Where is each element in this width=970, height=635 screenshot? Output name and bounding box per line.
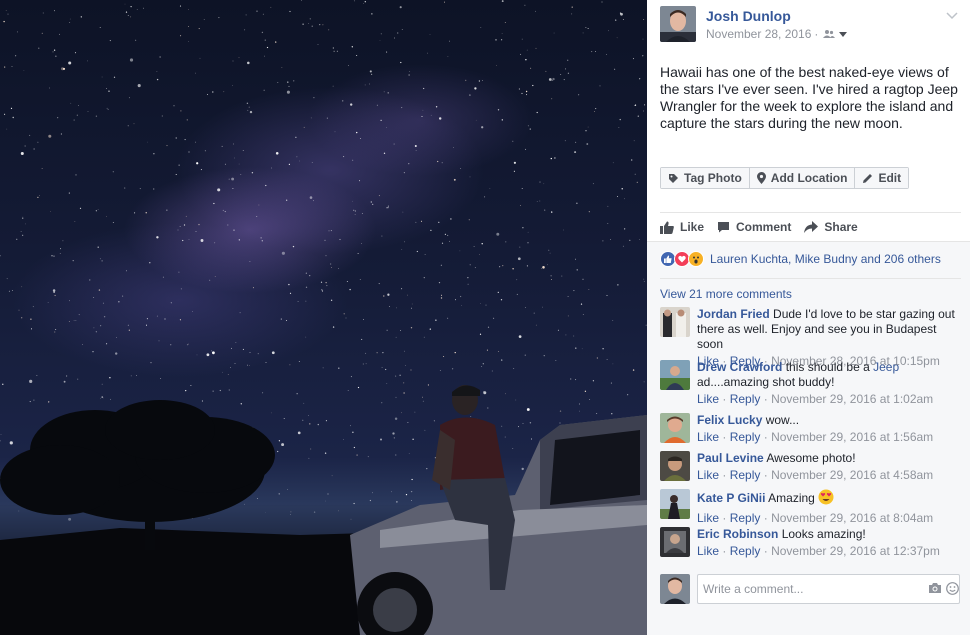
audience-selector[interactable] (823, 29, 848, 39)
meta-separator: · (763, 544, 768, 558)
commenter-name[interactable]: Jordan Fried (697, 307, 770, 321)
commenter-name[interactable]: Kate P GiNii (697, 491, 765, 505)
meta-separator: · (763, 392, 768, 406)
mention-link[interactable]: Jeep (873, 360, 899, 374)
emoji-smile-icon[interactable] (946, 582, 959, 595)
comment-reply-link[interactable]: Reply (730, 468, 761, 482)
like-button[interactable]: Like (660, 218, 704, 236)
photo-foreground (0, 385, 647, 635)
comment-timestamp[interactable]: November 29, 2016 at 12:37pm (771, 544, 940, 558)
comment-text: Awesome photo! (766, 451, 856, 465)
comment-text-continued: ad....amazing shot buddy! (697, 375, 835, 389)
commenter-name[interactable]: Paul Levine (697, 451, 764, 465)
post-meta: November 28, 2016 · (706, 27, 848, 41)
comment-like-link[interactable]: Like (697, 544, 719, 558)
comment-like-link[interactable]: Like (697, 511, 719, 525)
comment-like-link[interactable]: Like (697, 392, 719, 406)
meta-separator: · (722, 392, 727, 406)
comment-bubble-icon (718, 222, 730, 233)
commenter-avatar[interactable] (660, 307, 690, 337)
caret-down-icon (839, 32, 848, 37)
commenter-avatar[interactable] (660, 489, 690, 519)
commenter-name[interactable]: Felix Lucky (697, 413, 762, 427)
divider (660, 278, 961, 279)
author-name[interactable]: Josh Dunlop (706, 8, 791, 24)
comment-timestamp[interactable]: November 29, 2016 at 4:58am (771, 468, 933, 482)
comment-reply-link[interactable]: Reply (730, 392, 761, 406)
commenter-name[interactable]: Eric Robinson (697, 527, 778, 541)
meta-separator: · (722, 468, 727, 482)
comment-like-link[interactable]: Like (697, 430, 719, 444)
comment-like-link[interactable]: Like (697, 468, 719, 482)
camera-icon[interactable] (928, 582, 942, 594)
comment-text: Amazing (768, 491, 815, 505)
meta-separator: · (722, 511, 727, 525)
commenter-avatar[interactable] (660, 527, 690, 557)
share-button[interactable]: Share (804, 218, 858, 236)
like-label: Like (680, 220, 705, 234)
comment-text: Looks amazing! (781, 527, 866, 541)
divider (660, 212, 961, 213)
chevron-down-icon[interactable] (946, 10, 958, 20)
comment-text: wow... (765, 413, 800, 427)
meta-separator: · (814, 27, 819, 41)
edit-button[interactable]: Edit (855, 168, 909, 188)
tag-photo-label: Tag Photo (684, 171, 742, 185)
reactions-text[interactable]: Lauren Kuchta, Mike Budny and 206 others (710, 252, 941, 266)
commenter-avatar[interactable] (660, 413, 690, 443)
comment-timestamp[interactable]: November 29, 2016 at 1:02am (771, 392, 933, 406)
share-label: Share (824, 220, 858, 234)
comment-input[interactable] (697, 574, 960, 604)
commenter-avatar[interactable] (660, 360, 690, 390)
share-arrow-icon (804, 221, 819, 233)
comment-reply-link[interactable]: Reply (730, 430, 761, 444)
photo-actions: Tag Photo Add Location Edit (660, 167, 910, 189)
post-side-panel: Josh Dunlop November 28, 2016 · Hawaii h… (647, 0, 970, 635)
commenter-name[interactable]: Drew Crawford (697, 360, 782, 374)
comment-timestamp[interactable]: November 29, 2016 at 8:04am (771, 511, 933, 525)
meta-separator: · (763, 511, 768, 525)
comment-reply-link[interactable]: Reply (730, 544, 761, 558)
tag-photo-button[interactable]: Tag Photo (661, 168, 750, 188)
meta-separator: · (763, 468, 768, 482)
comment-timestamp[interactable]: November 29, 2016 at 1:56am (771, 430, 933, 444)
author-avatar[interactable] (660, 6, 696, 42)
wow-reaction-icon (688, 251, 704, 267)
thumbs-up-icon (660, 221, 674, 234)
pencil-icon (863, 173, 873, 183)
comment-reply-link[interactable]: Reply (730, 511, 761, 525)
post-text: Hawaii has one of the best naked-eye vie… (660, 64, 958, 131)
commenter-avatar[interactable] (660, 451, 690, 481)
heart-eyes-emoji-icon (818, 489, 834, 509)
location-pin-icon (756, 172, 766, 184)
add-location-label: Add Location (770, 171, 848, 185)
friends-icon (823, 30, 836, 38)
meta-separator: · (722, 544, 727, 558)
view-more-comments-link[interactable]: View 21 more comments (660, 287, 792, 301)
meta-separator: · (722, 430, 727, 444)
tag-icon (669, 173, 678, 183)
post-action-bar: Like Comment Share (660, 218, 871, 236)
comment-button[interactable]: Comment (717, 218, 791, 236)
comment-text: this should be a (785, 360, 870, 374)
reactions-summary[interactable]: Lauren Kuchta, Mike Budny and 206 others (660, 251, 941, 267)
add-location-button[interactable]: Add Location (749, 168, 856, 188)
comments-section: Lauren Kuchta, Mike Budny and 206 others… (647, 241, 970, 635)
comment-composer (660, 574, 960, 604)
comment-label: Comment (736, 220, 792, 234)
post-date[interactable]: November 28, 2016 (706, 27, 811, 41)
post-photo[interactable] (0, 0, 647, 635)
current-user-avatar[interactable] (660, 574, 690, 604)
edit-label: Edit (878, 171, 902, 185)
meta-separator: · (763, 430, 768, 444)
